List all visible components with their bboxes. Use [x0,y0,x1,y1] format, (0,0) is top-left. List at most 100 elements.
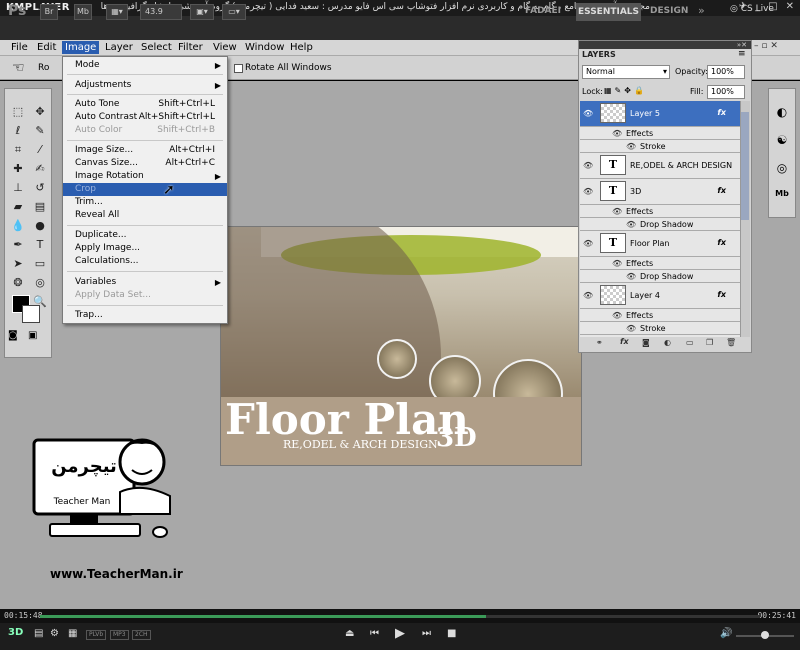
workspace-design[interactable]: DESIGN [650,6,688,16]
menu-item-auto-tone[interactable]: Auto Tone Shift+Ctrl+L [63,98,227,111]
effects-row[interactable]: 👁 Effects [580,309,740,322]
quick-mask-icon[interactable]: ◙ [8,330,18,341]
more-workspaces-icon[interactable]: » [698,4,705,17]
settings-gear-icon[interactable]: ⚙ [50,628,59,639]
close-icon[interactable]: ✕ [786,1,794,12]
view-extras-button[interactable]: ▦▾ [106,4,128,20]
3d-rotate-tool-icon[interactable]: ❂ [9,274,27,291]
history-brush-icon[interactable]: ↺ [31,179,49,196]
menu-item-trap[interactable]: Trap... [63,309,227,322]
screen-mode-button[interactable]: ▭▾ [222,4,246,20]
menu-item-duplicate[interactable]: Duplicate... [63,229,227,242]
effect-row[interactable]: 👁 Drop Shadow [580,270,740,283]
workspace-essentials[interactable]: ESSENTIALS [576,3,641,21]
stamp-tool-icon[interactable]: ⊥ [9,179,27,196]
menu-item-trim[interactable]: Trim... [63,196,227,209]
layers-scrollbar-thumb[interactable] [741,112,749,220]
shape-tool-icon[interactable]: ▭ [31,255,49,272]
mini-bridge-button[interactable]: Mb [74,4,92,20]
volume-knob[interactable] [761,631,769,639]
effect-row[interactable]: 👁 Stroke [580,140,740,153]
menu-window[interactable]: Window [242,41,287,54]
zoom-level-field[interactable]: 43.9 [140,4,182,20]
menu-item-canvas-size[interactable]: Canvas Size... Alt+Ctrl+C [63,157,227,170]
menu-item-mode[interactable]: Mode ▶ [63,59,227,72]
path-select-tool-icon[interactable]: ➤ [9,255,27,272]
document-window-controls[interactable]: – ▫ ✕ [754,41,778,51]
menu-filter[interactable]: Filter [175,41,206,54]
rotate-all-windows-checkbox[interactable] [234,64,243,73]
quick-select-tool-icon[interactable]: ✎ [31,122,49,139]
dodge-tool-icon[interactable]: ● [31,217,49,234]
delete-layer-icon[interactable]: 🗑 [726,338,736,347]
arrange-documents-button[interactable]: ▣▾ [190,4,214,20]
menu-item-apply-image[interactable]: Apply Image... [63,242,227,255]
layers-tab[interactable]: LAYERS [582,50,616,59]
menu-item-crop[interactable]: Crop [63,183,227,196]
eye-icon[interactable]: 👁 [583,239,593,248]
volume-icon[interactable]: 🔊 [720,628,732,639]
eye-icon[interactable]: 👁 [583,291,593,300]
effects-row[interactable]: 👁 Effects [580,127,740,140]
background-color-swatch[interactable] [22,305,40,323]
pen-tool-icon[interactable]: ✒ [9,236,27,253]
eye-icon[interactable]: 👁 [612,259,622,268]
panel-menu-icon[interactable]: ≡ [738,49,746,59]
eye-icon[interactable]: 👁 [583,187,593,196]
new-layer-icon[interactable]: ❐ [706,338,713,347]
eye-icon[interactable]: 👁 [612,129,622,138]
lock-icons[interactable]: ▦✎✥🔒 [604,86,647,95]
screen-mode-icon[interactable]: ▣ [28,330,37,341]
menu-image[interactable]: Image [62,41,100,54]
menu-view[interactable]: View [210,41,240,54]
stop-icon[interactable]: ■ [447,628,456,639]
fx-icon[interactable]: fx [717,290,726,299]
panel-collapse-icon[interactable]: »✕ [579,41,751,49]
fill-field[interactable]: 100% [707,85,745,99]
play-icon[interactable]: ▶ [395,626,405,641]
menu-edit[interactable]: Edit [34,41,59,54]
marquee-tool-icon[interactable]: ⬚ [9,103,27,120]
crop-tool-icon[interactable]: ⌗ [9,141,27,158]
eye-icon[interactable]: 👁 [583,109,593,118]
fx-icon[interactable]: fx [717,108,726,117]
layer-row[interactable]: 👁 T Floor Plan fx [580,231,740,257]
eye-icon[interactable]: 👁 [583,161,593,170]
3d-orbit-tool-icon[interactable]: ◎ [31,274,49,291]
layer-row[interactable]: 👁 Layer 4 fx [580,283,740,309]
menu-item-reveal-all[interactable]: Reveal All [63,209,227,222]
gradient-tool-icon[interactable]: ▤ [31,198,49,215]
menu-item-adjustments[interactable]: Adjustments ▶ [63,79,227,92]
blur-tool-icon[interactable]: 💧 [9,217,27,234]
mini-bridge-panel-icon[interactable]: Mb [769,175,795,198]
adjustment-layer-icon[interactable]: ◐ [664,338,671,347]
menu-item-variables[interactable]: Variables ▶ [63,276,227,289]
layer-row[interactable]: 👁 T 3D fx [580,179,740,205]
effects-row[interactable]: 👁 Effects [580,257,740,270]
type-tool-icon[interactable]: T [31,236,49,253]
menu-layer[interactable]: Layer [102,41,136,54]
effect-row[interactable]: 👁 Stroke [580,322,740,335]
eye-icon[interactable]: 👁 [626,220,636,229]
menu-item-calculations[interactable]: Calculations... [63,255,227,268]
cs-live-button[interactable]: ◎ CS Live [730,4,774,14]
new-group-icon[interactable]: ▭ [686,338,694,347]
layer-row[interactable]: 👁 T RE,ODEL & ARCH DESIGN [580,153,740,179]
move-tool-icon[interactable]: ✥ [31,103,49,120]
next-icon[interactable]: ⏭ [422,628,431,639]
effect-row[interactable]: 👁 Drop Shadow [580,218,740,231]
document-canvas[interactable]: Floor Plan 3D RE,ODEL & ARCH DESIGN [220,226,582,466]
opacity-field[interactable]: 100% [707,65,745,79]
3d-mode-icon[interactable]: 3D [8,627,23,638]
menu-help[interactable]: Help [287,41,316,54]
layer-row[interactable]: 👁 Layer 5 fx [580,101,740,127]
menu-file[interactable]: File [8,41,31,54]
eject-icon[interactable]: ⏏ [345,628,354,639]
masks-panel-icon[interactable]: ◎ [769,147,795,175]
add-mask-icon[interactable]: ◙ [642,338,650,347]
eye-icon[interactable]: 👁 [612,311,622,320]
bridge-button[interactable]: Br [40,4,58,20]
eye-icon[interactable]: 👁 [612,207,622,216]
brush-tool-icon[interactable]: ✍ [31,160,49,177]
blend-mode-select[interactable]: Normal ▾ [582,65,670,79]
